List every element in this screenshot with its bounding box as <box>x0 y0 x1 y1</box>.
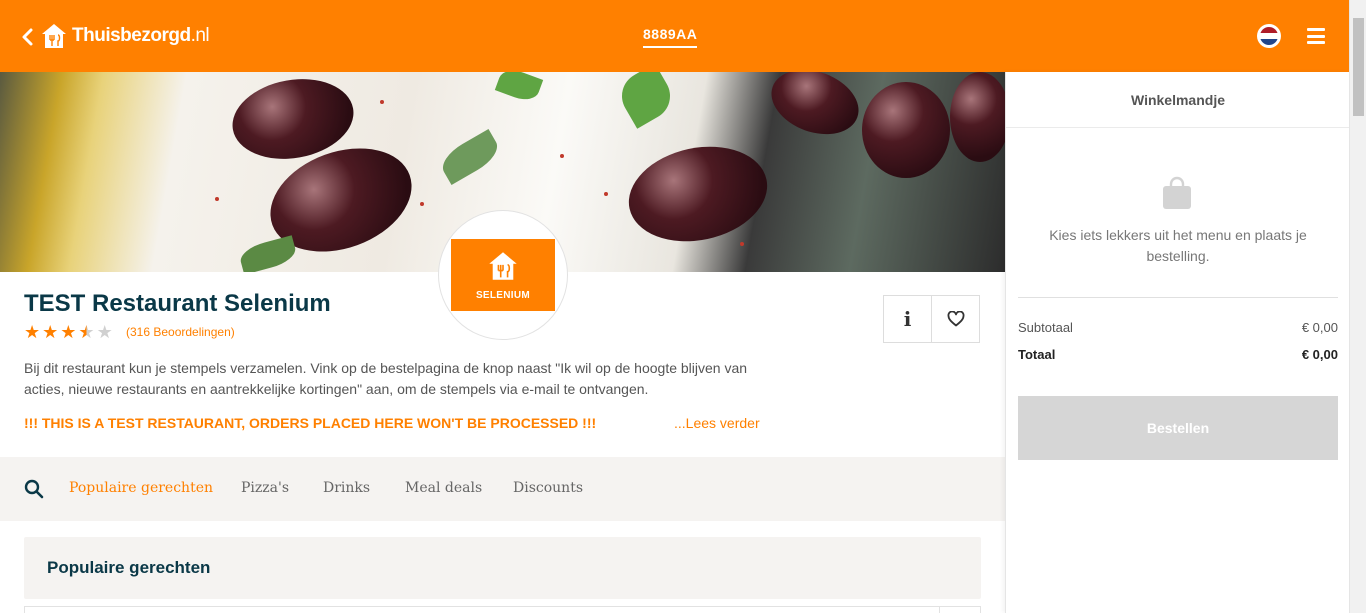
language-flag-icon[interactable] <box>1257 24 1281 48</box>
subtotal-label: Subtotaal <box>1018 320 1073 335</box>
postcode-link[interactable]: 8889AA <box>643 26 698 48</box>
subtotal-row: Subtotaal € 0,00 <box>1018 320 1338 335</box>
restaurant-logo-label: SELENIUM <box>475 289 531 301</box>
category-tab-drinks[interactable]: Drinks <box>323 480 370 496</box>
restaurant-logo: SELENIUM <box>438 210 568 340</box>
category-tab-meal-deals[interactable]: Meal deals <box>405 480 482 496</box>
star-icon: ★ <box>24 322 41 342</box>
category-nav: Populaire gerechten Pizza's Drinks Meal … <box>0 457 1005 521</box>
total-label: Totaal <box>1018 347 1056 362</box>
star-icon: ★ <box>60 322 77 342</box>
hamburger-menu-icon[interactable] <box>1307 28 1325 44</box>
info-button[interactable]: i <box>883 295 932 343</box>
test-warning: !!! THIS IS A TEST RESTAURANT, ORDERS PL… <box>24 415 597 431</box>
basket-panel: Winkelmandje Kies iets lekkers uit het m… <box>1005 72 1350 613</box>
reviews-link[interactable]: (316 Beoordelingen) <box>126 325 235 339</box>
star-half-icon: ★ <box>78 322 95 342</box>
page: Thuisbezorgd.nl 8889AA SELENIUM TEST Res… <box>0 0 1366 613</box>
subtotal-value: € 0,00 <box>1301 320 1338 335</box>
restaurant-description: Bij dit restaurant kun je stempels verza… <box>24 360 748 397</box>
heart-icon <box>947 311 964 327</box>
star-empty-icon: ★ <box>96 322 113 342</box>
house-cutlery-icon <box>489 251 517 280</box>
category-tab-populaire[interactable]: Populaire gerechten <box>69 480 213 496</box>
menu-item-row[interactable] <box>24 606 981 613</box>
page-scrollbar[interactable] <box>1349 0 1366 613</box>
menu-section-header: Populaire gerechten <box>24 537 981 599</box>
read-more-link[interactable]: ...Lees verder <box>674 415 760 431</box>
favorite-button[interactable] <box>931 295 980 343</box>
shopping-bag-icon <box>1163 176 1191 209</box>
section-title: Populaire gerechten <box>47 558 211 577</box>
restaurant-name: TEST Restaurant Selenium <box>24 290 331 317</box>
total-value: € 0,00 <box>1301 347 1338 362</box>
divider <box>1018 297 1338 298</box>
rating-stars: ★ ★ ★ ★ ★ <box>24 322 113 342</box>
total-row: Totaal € 0,00 <box>1018 347 1338 362</box>
category-tab-discounts[interactable]: Discounts <box>513 480 583 496</box>
logo-text: Thuisbezorgd.nl <box>72 25 210 46</box>
empty-basket-text: Kies iets lekkers uit het menu en plaats… <box>1049 227 1307 264</box>
order-button[interactable]: Bestellen <box>1018 396 1338 460</box>
search-icon[interactable] <box>24 479 44 499</box>
star-icon: ★ <box>42 322 59 342</box>
house-cutlery-icon <box>42 24 66 48</box>
scrollbar-thumb[interactable] <box>1353 18 1364 116</box>
top-header: Thuisbezorgd.nl 8889AA <box>0 0 1349 72</box>
basket-title: Winkelmandje <box>1006 72 1350 128</box>
back-arrow-icon[interactable] <box>20 26 36 48</box>
category-tab-pizzas[interactable]: Pizza's <box>241 480 289 496</box>
site-logo[interactable]: Thuisbezorgd.nl <box>40 22 210 50</box>
